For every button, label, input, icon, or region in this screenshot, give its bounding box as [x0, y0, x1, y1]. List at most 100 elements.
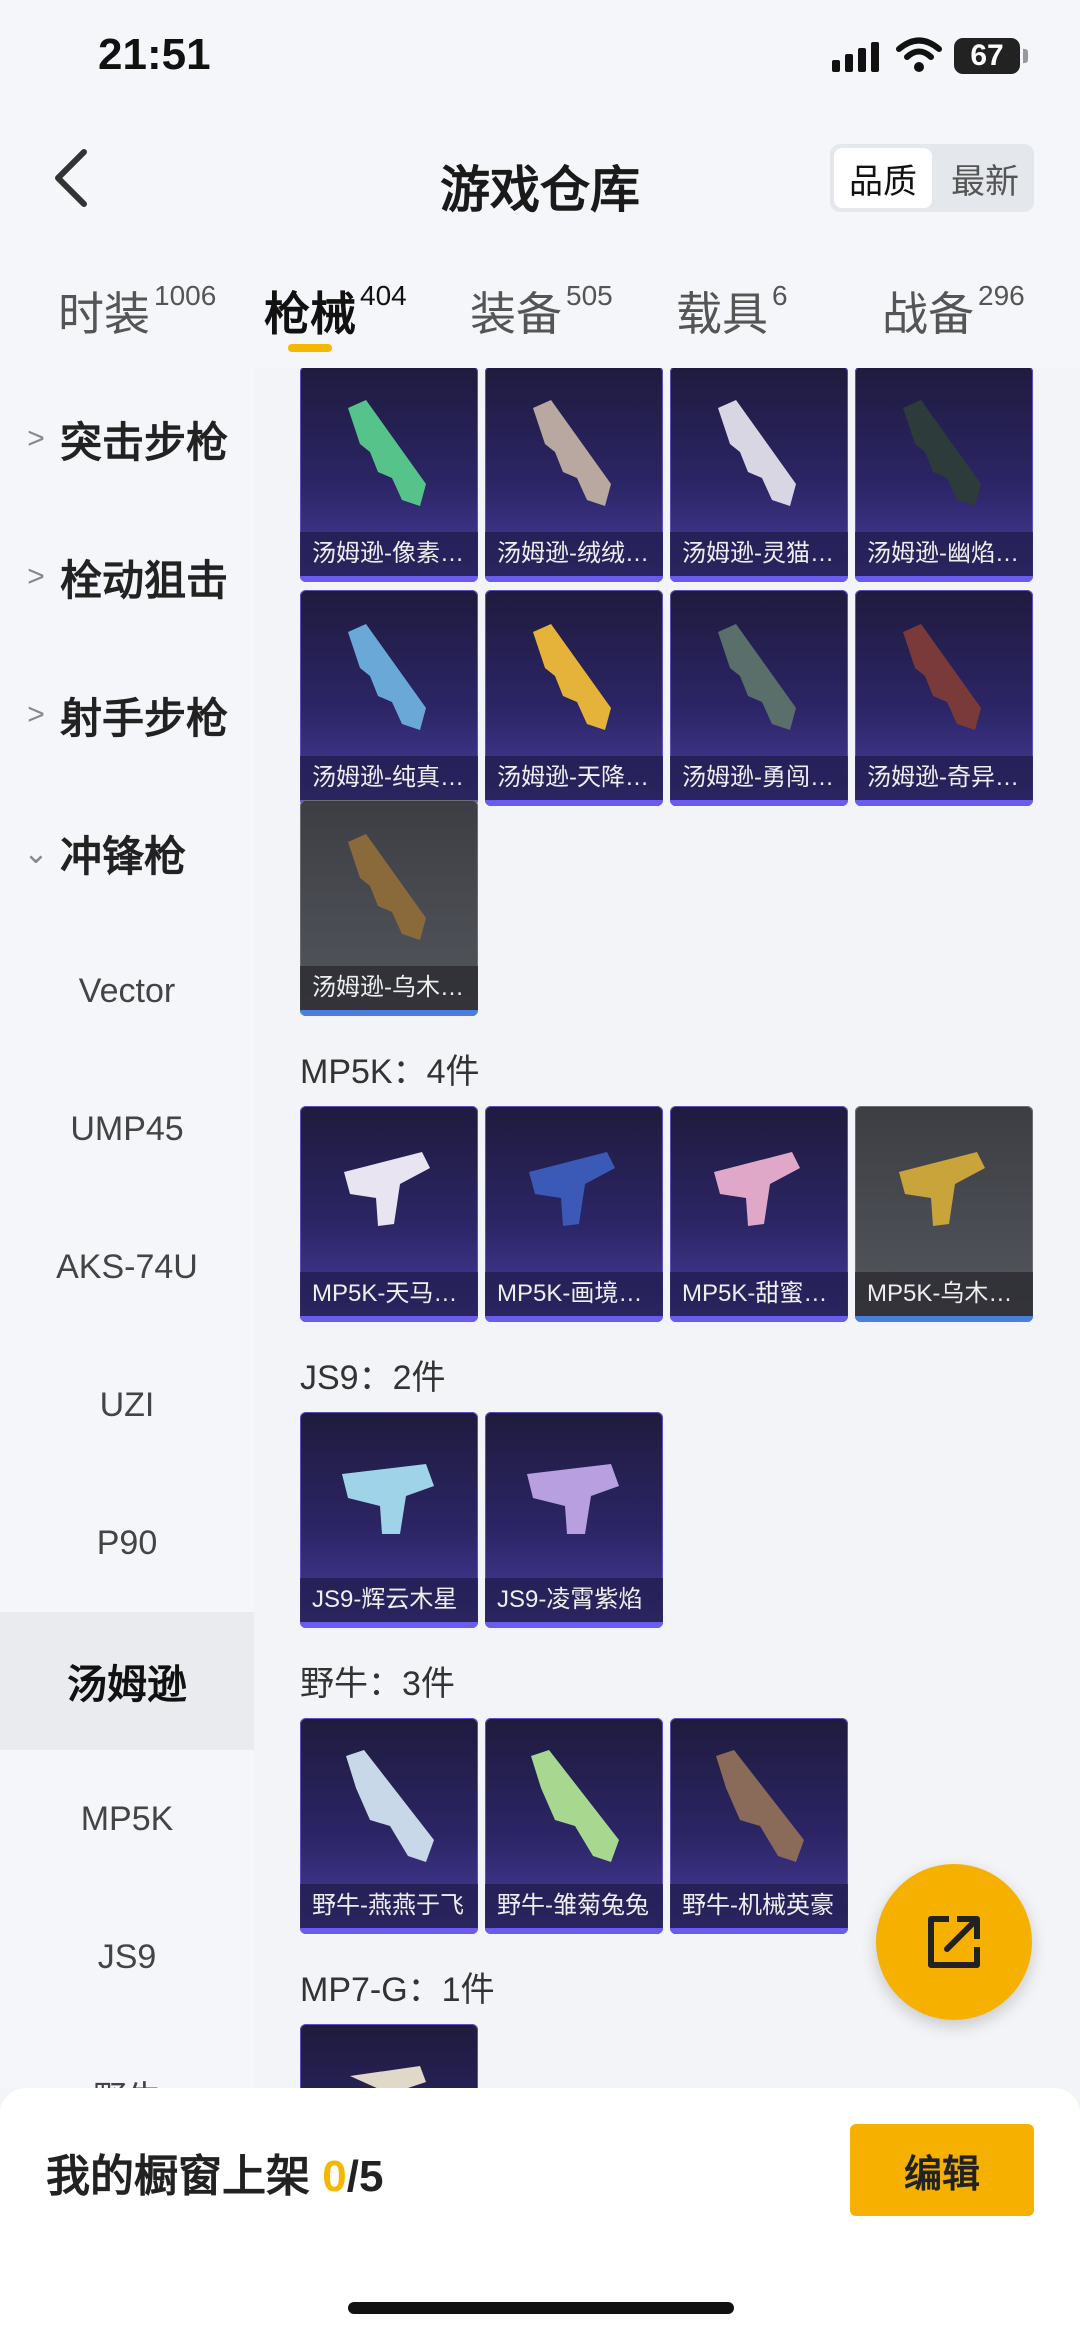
weapon-card[interactable]: MP5K-画境… — [485, 1106, 663, 1322]
weapon-card[interactable]: 汤姆逊-灵猫… — [670, 368, 848, 582]
weapon-name: MP5K-乌木… — [855, 1272, 1033, 1316]
weapon-name: 汤姆逊-勇闯… — [670, 756, 848, 800]
weapon-skin-image — [718, 624, 796, 730]
rarity-bar — [855, 1316, 1033, 1322]
rarity-bar — [670, 576, 848, 582]
sidebar-group-label: 突击步枪 — [60, 418, 229, 466]
weapon-skin-image — [718, 400, 796, 506]
section-title: MP7-G：1件 — [300, 1971, 495, 2009]
chevron-right-icon: > — [27, 560, 45, 593]
weapon-card[interactable]: 汤姆逊-幽焰… — [855, 368, 1033, 582]
weapon-card[interactable]: MP5K-乌木… — [855, 1106, 1033, 1322]
battery-icon: 67 — [954, 38, 1028, 74]
weapon-skin-image — [348, 624, 426, 730]
sort-latest-button[interactable]: 最新 — [936, 144, 1034, 212]
chevron-right-icon: > — [27, 698, 45, 731]
weapon-card[interactable]: 汤姆逊-绒绒… — [485, 368, 663, 582]
sidebar-group-label: 射手步枪 — [60, 694, 229, 742]
tab-fashion[interactable]: 时装 1006 — [58, 278, 216, 344]
tab-count: 6 — [772, 280, 788, 311]
weapon-skin-image — [533, 624, 611, 730]
weapon-name: 汤姆逊-幽焰… — [855, 532, 1033, 576]
sidebar-group-smg[interactable]: ⌄ 冲锋枪 — [0, 784, 254, 922]
home-indicator — [348, 2302, 734, 2314]
rarity-bar — [300, 1316, 478, 1322]
weapon-skin-image — [529, 1152, 615, 1226]
weapon-name: 汤姆逊-乌木… — [300, 966, 478, 1010]
sidebar-group-bolt-sniper[interactable]: > 栓动狙击 — [0, 508, 254, 646]
edit-button[interactable]: 编辑 — [850, 2124, 1034, 2216]
sidebar-item-js9[interactable]: JS9 — [0, 1888, 254, 2026]
weapon-card[interactable]: 野牛-燕燕于飞 — [300, 1718, 478, 1934]
weapon-skin-image — [899, 1152, 985, 1226]
weapon-skin-image — [344, 1152, 430, 1226]
rarity-bar — [485, 1622, 663, 1628]
rarity-bar — [300, 576, 478, 582]
tab-count: 505 — [566, 280, 613, 311]
shelf-count: 0 — [322, 2152, 347, 2201]
tab-count: 1006 — [154, 280, 217, 311]
sort-quality-button[interactable]: 品质 — [834, 148, 932, 208]
chevron-right-icon: > — [27, 422, 45, 455]
sidebar-item-ump45[interactable]: UMP45 — [0, 1060, 254, 1198]
sidebar-group-assault-rifle[interactable]: > 突击步枪 — [0, 370, 254, 508]
wifi-icon — [896, 37, 942, 72]
weapon-skin-image — [531, 1750, 619, 1862]
weapon-card[interactable]: 汤姆逊-像素… — [300, 368, 478, 582]
tab-label: 时装 — [58, 288, 150, 340]
tab-vehicles[interactable]: 载具 6 — [676, 278, 788, 344]
weapon-name: JS9-凌霄紫焰 — [485, 1578, 663, 1622]
weapon-skin-image — [716, 1750, 804, 1862]
weapon-skin-image — [346, 1750, 434, 1862]
weapon-card[interactable]: 汤姆逊-乌木… — [300, 800, 478, 1016]
weapon-card[interactable]: 汤姆逊-奇异… — [855, 590, 1033, 806]
rarity-bar — [670, 800, 848, 806]
weapon-name: MP5K-画境… — [485, 1272, 663, 1316]
weapon-card[interactable]: 汤姆逊-天降… — [485, 590, 663, 806]
tab-supplies[interactable]: 战备 296 — [882, 278, 1025, 344]
weapon-card[interactable]: 汤姆逊-勇闯… — [670, 590, 848, 806]
weapon-name: 汤姆逊-奇异… — [855, 756, 1033, 800]
weapon-skin-image — [348, 834, 426, 940]
sidebar-item-aks74u[interactable]: AKS-74U — [0, 1198, 254, 1336]
rarity-bar — [485, 1316, 663, 1322]
rarity-bar — [485, 800, 663, 806]
rarity-bar — [300, 1622, 478, 1628]
chevron-down-icon: ⌄ — [23, 836, 49, 870]
weapon-card[interactable]: MP5K-天马… — [300, 1106, 478, 1322]
active-tab-indicator — [288, 344, 332, 352]
tab-label: 装备 — [470, 288, 562, 340]
weapon-name: MP5K-天马… — [300, 1272, 478, 1316]
share-button[interactable] — [876, 1864, 1032, 2020]
shelf-label: 我的橱窗上架 — [46, 2152, 323, 2201]
weapon-name: MP5K-甜蜜… — [670, 1272, 848, 1316]
weapon-card[interactable]: JS9-辉云木星 — [300, 1412, 478, 1628]
sidebar-item-p90[interactable]: P90 — [0, 1474, 254, 1612]
sidebar-item-bison[interactable]: 野牛 — [0, 2026, 254, 2089]
tab-equipment[interactable]: 装备 505 — [470, 278, 613, 344]
rarity-bar — [485, 576, 663, 582]
weapon-card[interactable]: 汤姆逊-纯真… — [300, 590, 478, 806]
sidebar-item-mp5k[interactable]: MP5K — [0, 1750, 254, 1888]
weapon-skin-image — [903, 400, 981, 506]
sidebar-item-uzi[interactable]: UZI — [0, 1336, 254, 1474]
weapon-card[interactable] — [300, 2024, 478, 2088]
rarity-bar — [670, 1928, 848, 1934]
sidebar-group-marksman-rifle[interactable]: > 射手步枪 — [0, 646, 254, 784]
weapon-skin-image — [903, 624, 981, 730]
weapon-card[interactable]: 野牛-雏菊兔兔 — [485, 1718, 663, 1934]
section-title: 野牛：3件 — [300, 1665, 455, 1703]
weapon-card[interactable]: JS9-凌霄紫焰 — [485, 1412, 663, 1628]
tab-firearms[interactable]: 枪械 404 — [264, 278, 407, 344]
sidebar-item-thompson[interactable]: 汤姆逊 — [0, 1612, 254, 1750]
sidebar-item-vector[interactable]: Vector — [0, 922, 254, 1060]
section-title: MP5K：4件 — [300, 1053, 480, 1091]
weapon-skin-image — [342, 1464, 434, 1534]
rarity-bar — [300, 1010, 478, 1016]
weapon-card[interactable]: 野牛-机械英豪 — [670, 1718, 848, 1934]
cellular-signal-icon — [832, 42, 879, 72]
weapon-card[interactable]: MP5K-甜蜜… — [670, 1106, 848, 1322]
rarity-bar — [300, 1928, 478, 1934]
weapon-name: JS9-辉云木星 — [300, 1578, 478, 1622]
weapon-name: 野牛-燕燕于飞 — [300, 1884, 478, 1928]
